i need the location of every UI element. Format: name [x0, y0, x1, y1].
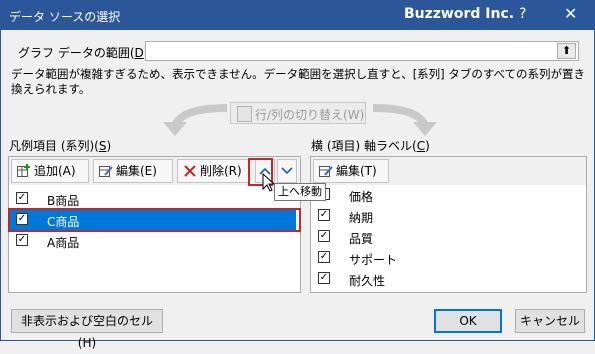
delete-series-button[interactable]: 削除(R) — [177, 159, 250, 183]
delete-x-icon — [184, 165, 196, 177]
axis-label-prefix: 横 (項目) 軸ラベル( — [311, 139, 417, 153]
window-title: データ ソースの選択 — [9, 10, 121, 24]
close-button[interactable]: ✕ — [564, 4, 577, 23]
axis-toolbar: 編集(T) — [311, 157, 586, 185]
add-series-label: 追加(A) — [34, 164, 76, 178]
move-up-tooltip: 上へ移動 — [274, 183, 326, 201]
axis-label-suffix: ) — [425, 139, 430, 153]
switch-table-icon — [237, 106, 252, 122]
axis-list-item[interactable]: ✓ 納期 — [312, 206, 584, 226]
axis-labels-list[interactable]: 編集(T) ✓ 価格 ✓ 納期 ✓ 品質 ✓ サポート ✓ 耐久性 — [310, 156, 587, 293]
checkbox-icon[interactable]: ✓ — [16, 192, 28, 204]
axis-list-item[interactable]: ✓ 品質 — [312, 227, 584, 247]
legend-item-label: B商品 — [47, 194, 80, 208]
cancel-button[interactable]: キャンセル — [515, 309, 585, 333]
legend-list-item[interactable]: ✓ A商品 — [10, 231, 296, 251]
switch-row-column-button[interactable]: 行/列の切り替え(W) — [230, 102, 366, 124]
title-bar: データ ソースの選択 Buzzword Inc. ? ✕ — [1, 0, 595, 30]
legend-list-item[interactable]: ✓ B商品 — [10, 189, 296, 209]
delete-series-label: 削除(R) — [200, 164, 242, 178]
chevron-down-icon — [281, 167, 293, 175]
warning-message: データ範囲が複雑すぎるため、表示できません。データ範囲を選択し直すと、[系列] … — [11, 67, 586, 96]
axis-list-item[interactable]: ✓ 耐久性 — [312, 269, 584, 289]
checkbox-icon[interactable]: ✓ — [318, 209, 330, 221]
axis-item-label: 価格 — [349, 190, 374, 204]
edit-table-icon — [319, 166, 333, 177]
curved-arrow-left-icon — [163, 104, 228, 136]
data-range-input[interactable] — [145, 41, 579, 61]
legend-label-key: S — [98, 139, 107, 153]
edit-axis-labels-button[interactable]: 編集(T) — [313, 159, 389, 183]
axis-item-label: サポート — [349, 253, 398, 267]
collapse-dialog-icon: ⬆ — [561, 44, 572, 57]
switch-row-column-label: 行/列の切り替え(W) — [255, 108, 365, 122]
range-label-key: D — [134, 46, 144, 60]
legend-label-suffix: ) — [106, 139, 112, 153]
legend-item-label: A商品 — [47, 236, 80, 250]
range-label: グラフ データの範囲(D): — [18, 44, 152, 61]
range-label-prefix: グラフ データの範囲( — [18, 46, 135, 60]
dialog-window: データ ソースの選択 Buzzword Inc. ? ✕ グラフ データの範囲(… — [0, 0, 595, 350]
legend-entries-label: 凡例項目 (系列)(S) — [9, 137, 111, 154]
ok-button[interactable]: OK — [434, 309, 502, 333]
add-series-button[interactable]: 追加(A) — [11, 159, 89, 183]
checkbox-icon[interactable]: ✓ — [16, 234, 28, 246]
brand-label: Buzzword Inc. — [404, 6, 515, 22]
curved-arrow-right-icon — [372, 104, 437, 136]
range-picker-button[interactable]: ⬆ — [557, 43, 576, 59]
selected-row-highlight-box — [8, 208, 301, 232]
hidden-empty-cells-button[interactable]: 非表示および空白のセル(H) — [11, 309, 163, 350]
checkbox-icon[interactable]: ✓ — [318, 230, 330, 242]
checkbox-icon[interactable]: ✓ — [318, 272, 330, 284]
checkbox-icon[interactable]: ✓ — [318, 251, 330, 263]
add-table-icon — [17, 164, 30, 177]
edit-series-label: 編集(E) — [116, 164, 157, 178]
edit-axis-labels-label: 編集(T) — [336, 164, 377, 178]
axis-list-item[interactable]: ✓ 価格 — [312, 185, 584, 205]
axis-list-item[interactable]: ✓ サポート — [312, 248, 584, 268]
legend-label-prefix: 凡例項目 (系列)( — [9, 139, 99, 153]
axis-item-label: 納期 — [349, 211, 374, 225]
help-button[interactable]: ? — [519, 6, 526, 22]
axis-label-key: C — [416, 139, 426, 153]
axis-item-label: 耐久性 — [349, 274, 386, 288]
edit-table-icon — [99, 166, 113, 177]
axis-item-label: 品質 — [349, 232, 374, 246]
move-down-button[interactable] — [277, 159, 297, 183]
edit-series-button[interactable]: 編集(E) — [93, 159, 173, 183]
axis-labels-label: 横 (項目) 軸ラベル(C) — [311, 137, 430, 154]
